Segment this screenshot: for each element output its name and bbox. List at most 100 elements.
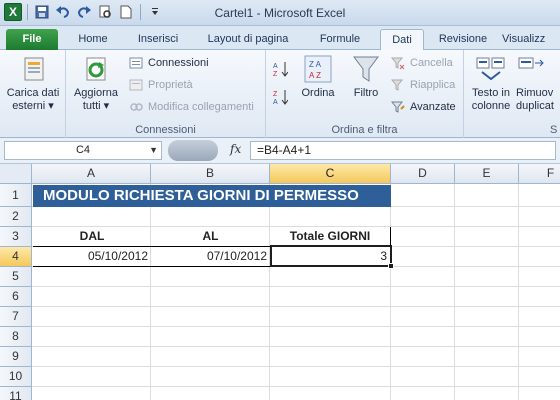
row-header-1[interactable]: 1 <box>0 184 32 207</box>
cell-b4-al-value[interactable]: 07/10/2012 <box>151 247 270 267</box>
sort-az-button[interactable]: AZ <box>272 60 288 78</box>
gridline <box>518 184 519 400</box>
save-icon[interactable] <box>33 3 51 21</box>
filter-label: Filtro <box>353 87 379 99</box>
column-header-b[interactable]: B <box>151 164 270 184</box>
quick-access-toolbar: X <box>4 3 164 21</box>
formula-input[interactable]: =B4-A4+1 <box>250 141 556 160</box>
row-header-4[interactable]: 4 <box>0 247 32 267</box>
cell-a3-dal[interactable]: DAL <box>33 227 151 247</box>
refresh-all-button[interactable]: Aggiorna tutti ▾ <box>70 54 122 113</box>
tab-home[interactable]: Home <box>68 29 118 50</box>
properties-icon <box>128 77 144 93</box>
gridline <box>32 366 560 367</box>
row-header-8[interactable]: 8 <box>0 327 32 347</box>
text-to-columns-label-2: colonne <box>471 100 511 112</box>
column-header-e[interactable]: E <box>455 164 519 184</box>
advanced-filter-icon <box>390 99 406 115</box>
sort-label: Ordina <box>301 87 335 99</box>
external-data-icon <box>17 54 49 84</box>
column-header-f[interactable]: F <box>519 164 560 184</box>
group-external-data: Carica dati esterni ▾ <box>0 50 66 138</box>
cell-a4-dal-value[interactable]: 05/10/2012 <box>33 247 151 267</box>
external-data-button[interactable]: Carica dati esterni ▾ <box>4 54 62 113</box>
clear-filter-button[interactable]: Cancella <box>390 54 453 72</box>
row-header-7[interactable]: 7 <box>0 307 32 327</box>
advanced-button[interactable]: Avanzate <box>390 98 456 116</box>
excel-logo[interactable]: X <box>4 3 22 21</box>
new-document-icon[interactable] <box>117 3 135 21</box>
ribbon: Carica dati esterni ▾ Aggiorna tutti ▾ C… <box>0 50 560 138</box>
formula-bar-splitter[interactable] <box>168 140 218 161</box>
text-to-columns-icon <box>475 54 507 84</box>
edit-links-button[interactable]: Modifica collegamenti <box>128 98 254 116</box>
row-header-6[interactable]: 6 <box>0 287 32 307</box>
sort-az-icon: AZ <box>272 61 288 78</box>
svg-text:Z A: Z A <box>309 60 322 69</box>
sheet-title-cell[interactable]: MODULO RICHIESTA GIORNI DI PERMESSO <box>33 185 391 207</box>
data-tools-group-label: S <box>550 124 558 136</box>
redo-icon[interactable] <box>75 3 93 21</box>
print-preview-icon[interactable] <box>96 3 114 21</box>
undo-icon[interactable] <box>54 3 72 21</box>
advanced-label: Avanzate <box>410 101 456 113</box>
connections-group-label: Connessioni <box>135 124 196 136</box>
connections-button[interactable]: Connessioni <box>128 54 209 72</box>
reapply-button[interactable]: Riapplica <box>390 76 455 94</box>
gridline <box>269 184 270 400</box>
sort-dialog-icon: Z A A Z <box>302 54 334 84</box>
tab-revisione[interactable]: Revisione <box>430 29 496 50</box>
row-header-3[interactable]: 3 <box>0 227 32 247</box>
refresh-label-2: tutti ▾ <box>82 100 110 112</box>
gridline <box>32 326 560 327</box>
name-box-dropdown-icon[interactable]: ▼ <box>149 142 158 159</box>
connections-label: Connessioni <box>148 57 209 69</box>
customize-qat-icon[interactable] <box>146 3 164 21</box>
tab-inserisci[interactable]: Inserisci <box>126 29 190 50</box>
row-header-11[interactable]: 11 <box>0 387 32 400</box>
tab-visualizza[interactable]: Visualizz <box>502 29 560 50</box>
column-header-a[interactable]: A <box>32 164 151 184</box>
row-header-2[interactable]: 2 <box>0 207 32 227</box>
select-all-corner[interactable] <box>0 164 32 184</box>
text-to-columns-button[interactable]: Testo in colonne <box>468 54 514 113</box>
properties-button[interactable]: Proprietà <box>128 76 193 94</box>
edit-links-label: Modifica collegamenti <box>148 101 254 113</box>
tab-formule[interactable]: Formule <box>308 29 372 50</box>
tab-dati[interactable]: Dati <box>380 29 424 50</box>
tab-file[interactable]: File <box>6 29 58 50</box>
refresh-icon <box>80 54 112 84</box>
svg-text:A: A <box>273 63 278 70</box>
worksheet-grid: A B C D E F 1 2 3 4 5 6 7 8 9 10 11 MODU… <box>0 164 560 400</box>
svg-text:Z: Z <box>273 91 278 98</box>
external-data-label-1: Carica dati <box>6 87 60 99</box>
filter-button[interactable]: Filtro <box>346 54 386 100</box>
edit-links-icon <box>128 99 144 115</box>
row-header-5[interactable]: 5 <box>0 267 32 287</box>
tab-layout[interactable]: Layout di pagina <box>196 29 300 50</box>
fill-handle[interactable] <box>388 263 394 269</box>
refresh-label-1: Aggiorna <box>73 87 119 99</box>
row-header-9[interactable]: 9 <box>0 347 32 367</box>
remove-duplicates-button[interactable]: Rimuov duplicat <box>516 54 560 113</box>
cell-c3-totale[interactable]: Totale GIORNI <box>270 227 391 247</box>
gridline <box>32 386 560 387</box>
properties-label: Proprietà <box>148 79 193 91</box>
cell-b3-al[interactable]: AL <box>151 227 270 247</box>
gridline <box>32 306 560 307</box>
sort-button[interactable]: Z A A Z Ordina <box>298 54 338 100</box>
insert-function-icon[interactable]: fx <box>230 142 241 156</box>
formula-bar: C4 ▼ fx =B4-A4+1 <box>0 138 560 164</box>
svg-text:A: A <box>273 99 278 106</box>
gridline <box>32 346 560 347</box>
remove-duplicates-icon <box>516 54 548 84</box>
sort-za-icon: ZA <box>272 89 288 106</box>
row-header-10[interactable]: 10 <box>0 367 32 387</box>
sort-za-button[interactable]: ZA <box>272 88 288 106</box>
column-header-d[interactable]: D <box>391 164 455 184</box>
name-box[interactable]: C4 ▼ <box>4 141 162 160</box>
column-header-c[interactable]: C <box>270 164 391 184</box>
ribbon-tabs: File Home Inserisci Layout di pagina For… <box>0 26 560 50</box>
remove-duplicates-label-2: duplicat <box>516 100 554 112</box>
gridline <box>390 184 391 400</box>
